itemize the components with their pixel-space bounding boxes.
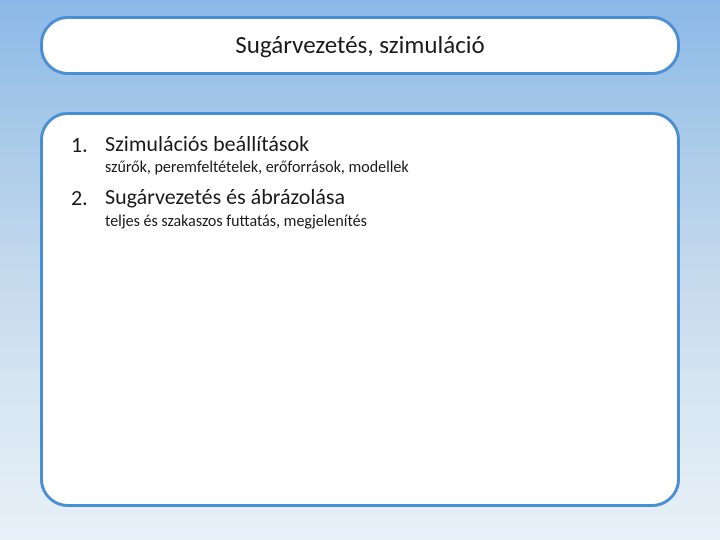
slide-title: Sugárvezetés, szimuláció [63,29,657,60]
item-subtext: szűrők, peremfeltételek, erőforrások, mo… [105,158,653,178]
content-box: Szimulációs beállítások szűrők, peremfel… [40,112,680,507]
title-box: Sugárvezetés, szimuláció [40,16,680,75]
outline-list: Szimulációs beállítások szűrők, peremfel… [71,131,653,232]
list-item: Szimulációs beállítások szűrők, peremfel… [71,131,653,178]
item-heading: Szimulációs beállítások [105,131,653,157]
item-subtext: teljes és szakaszos futtatás, megjelenít… [105,212,653,232]
item-heading: Sugárvezetés és ábrázolása [105,184,653,210]
list-item: Sugárvezetés és ábrázolása teljes és sza… [71,184,653,231]
